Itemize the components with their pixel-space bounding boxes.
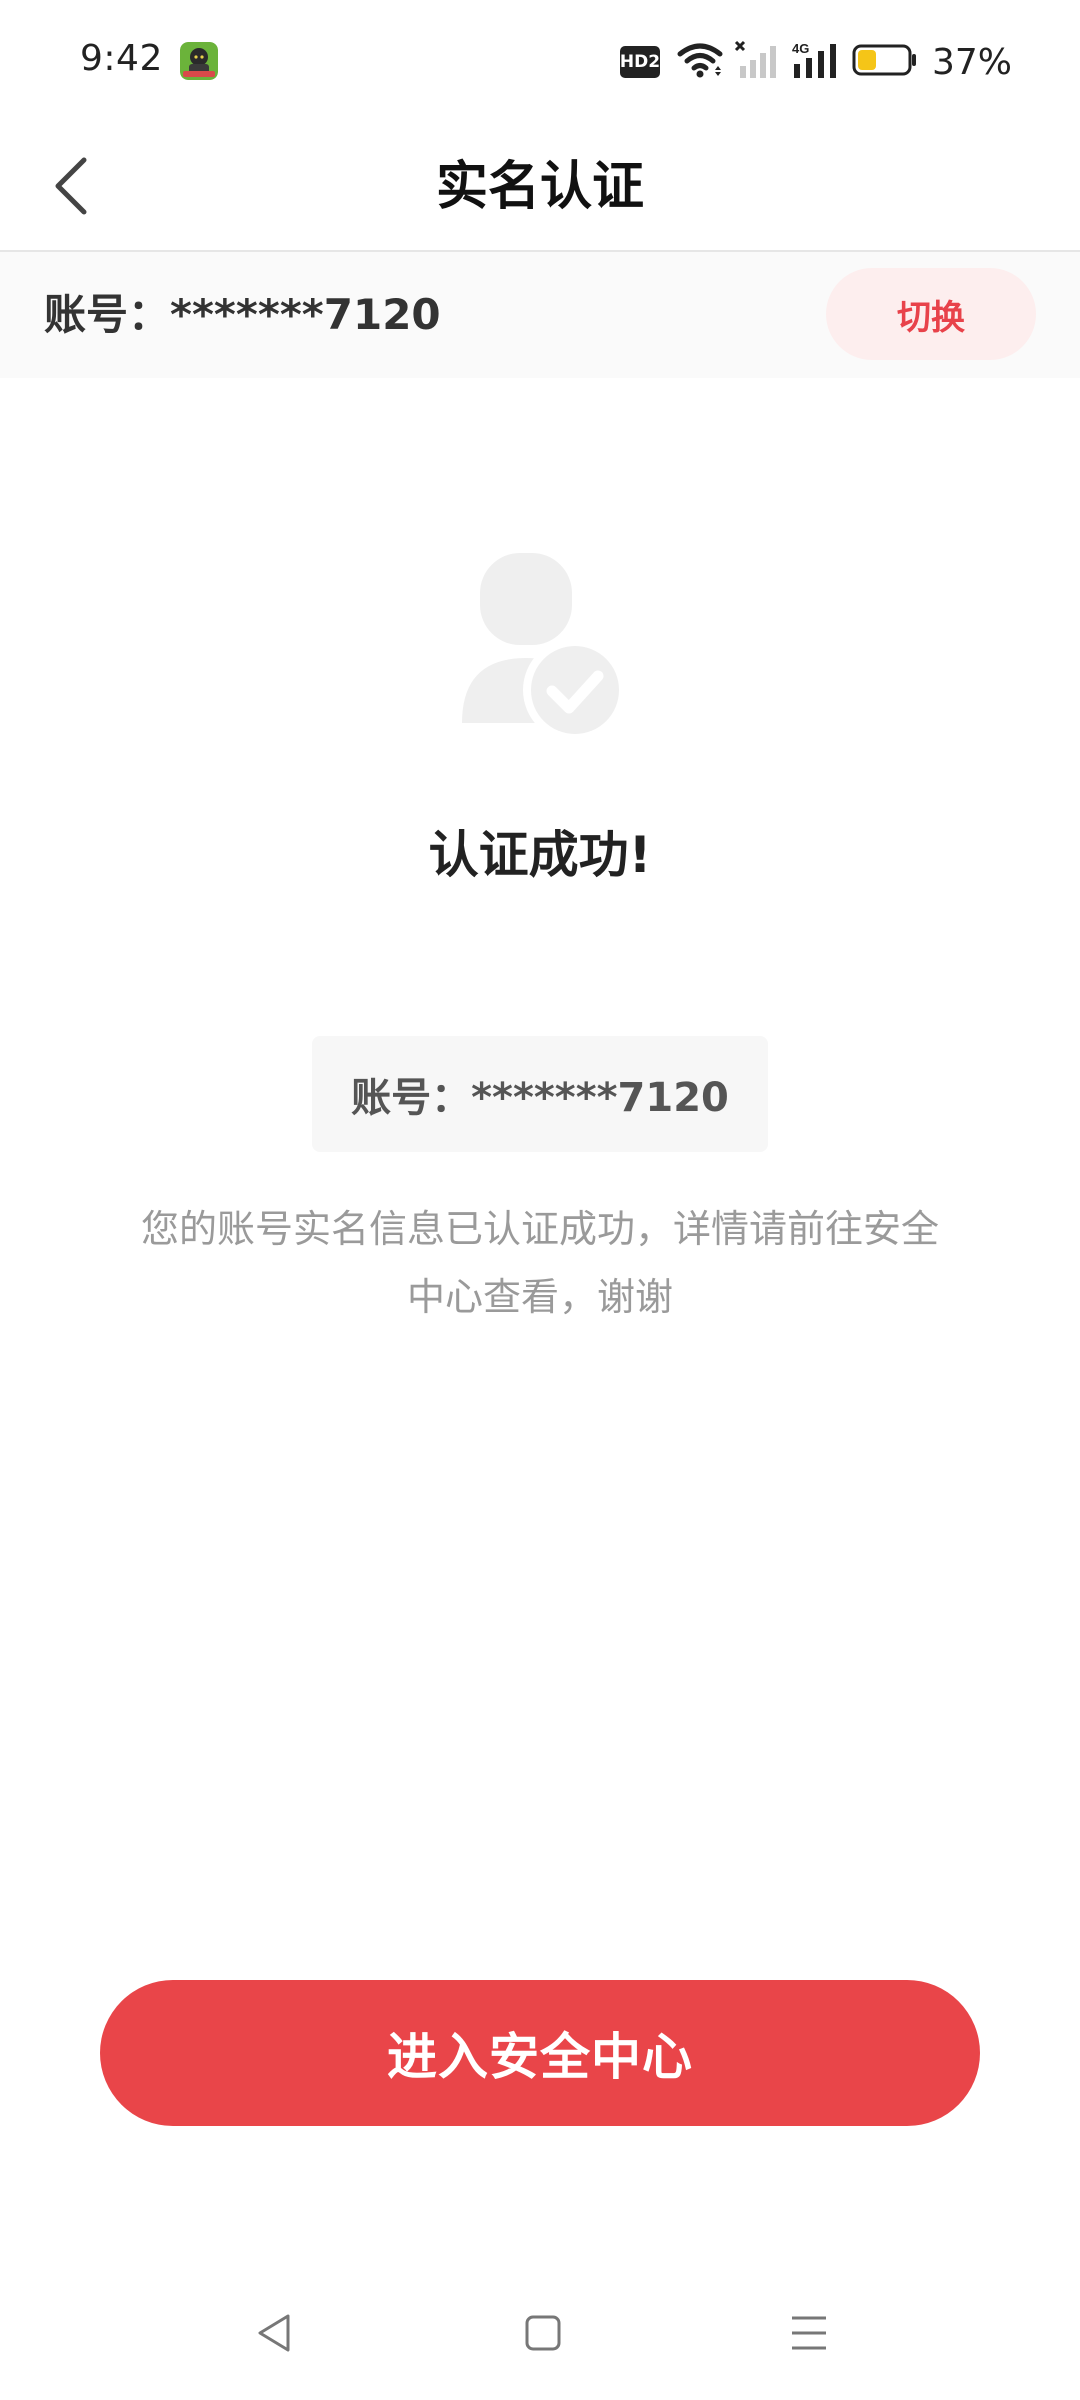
success-description: 您的账号实名信息已认证成功，详情请前往安全 中心查看，谢谢 [100,1195,980,1331]
status-bar: 9:42 HD2 4G 37% [0,0,1080,124]
system-home-button[interactable] [500,2290,586,2376]
system-navigation-bar [0,2290,1080,2376]
system-menu-button[interactable] [766,2290,852,2376]
svg-text:4G: 4G [792,41,809,56]
verified-account-box: 账号：*******7120 [312,1036,768,1152]
enter-security-center-button[interactable]: 进入安全中心 [100,1980,980,2126]
app-notification-icon [180,42,218,80]
battery-percent: 37% [931,41,1012,83]
menu-lines-icon [792,2316,826,2350]
verified-account-text: 账号：*******7120 [351,1075,729,1121]
description-line-2: 中心查看，谢谢 [406,1275,673,1319]
status-icons: HD2 4G 37% [620,38,1012,86]
nav-bar: 实名认证 [0,124,1080,252]
system-back-button[interactable] [232,2290,318,2376]
status-time: 9:42 [80,38,163,79]
user-verified-icon [460,548,630,742]
account-label: 账号：*******7120 [44,290,441,339]
wifi-icon [676,40,724,84]
home-square-icon [525,2315,561,2351]
signal-no-sim-icon [734,40,782,84]
battery-icon [852,42,918,82]
account-bar: 账号：*******7120 切换 [0,252,1080,378]
description-line-1: 您的账号实名信息已认证成功，详情请前往安全 [140,1207,939,1251]
hd-icon: HD2 [620,46,660,78]
switch-account-button[interactable]: 切换 [826,268,1036,360]
page-title: 实名认证 [435,157,644,217]
success-title: 认证成功! [428,826,652,884]
signal-4g-icon: 4G [792,40,842,84]
back-triangle-icon [258,2314,290,2352]
